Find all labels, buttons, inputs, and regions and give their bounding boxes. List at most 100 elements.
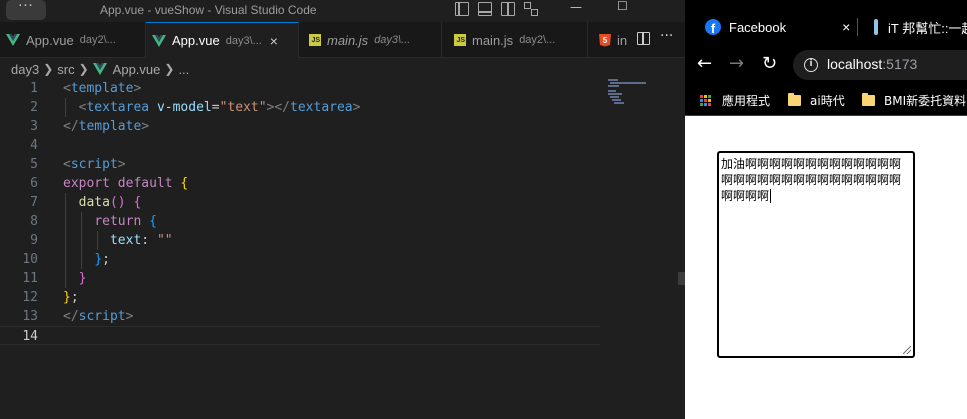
more-actions-icon[interactable]: ··· [660,28,673,44]
tab-main-js-day3[interactable]: JS main.js day3\... [299,22,442,58]
tab-index-html[interactable]: 5 in [588,22,632,58]
back-icon[interactable]: ← [697,53,712,74]
resize-handle-icon[interactable] [903,346,911,354]
code-line[interactable]: 8 return { [0,212,600,231]
code-token: < [63,157,71,172]
code-token: } [94,252,103,267]
vue-icon [92,63,107,75]
code-token: textarea [290,100,353,115]
tab-divider [857,18,858,36]
line-number: 7 [30,195,38,210]
code-token: </ [63,309,79,324]
code-line[interactable]: 2 <textarea v-model="text"></textarea> [0,98,600,117]
text-area[interactable]: 加油啊啊啊啊啊啊啊啊啊啊啊啊啊啊啊啊啊啊啊啊啊啊啊啊啊啊啊啊啊啊啊啊 [717,151,915,358]
code-text: </template> [63,117,149,136]
code-line[interactable]: 3 </template> [0,117,600,136]
code-token: } [63,290,71,305]
tab-label: in [617,32,628,48]
code-line[interactable]: 1 <template> [0,79,600,98]
text-area-value: 加油啊啊啊啊啊啊啊啊啊啊啊啊啊啊啊啊啊啊啊啊啊啊啊啊啊啊啊啊啊啊啊啊 [721,157,902,203]
bookmark-apps[interactable]: 應用程式 [700,92,770,109]
url-host: localhost [827,56,883,72]
tab-main-js-day2[interactable]: JS main.js day2\... [442,22,588,58]
code-token: text [109,233,142,248]
code-line[interactable]: 9 text: "" [0,231,600,250]
folder-icon [788,93,801,106]
bookmark-label: BMI新委托資料 [884,94,967,108]
code-line[interactable]: 5 <script> [0,155,600,174]
chevron-right-icon: ❯ [78,62,89,76]
tab-label: main.js [327,32,369,48]
code-token: data [78,195,110,210]
tab-app-vue-day2[interactable]: App.vue day2\... [0,22,146,58]
line-number: 6 [30,176,38,191]
browser-tab-facebook[interactable]: f Facebook × [685,8,857,46]
facebook-icon: f [705,19,721,35]
breadcrumb-item-symbol[interactable]: ... [178,62,189,77]
vue-icon [6,34,20,46]
breadcrumb-item-app-vue[interactable]: App.vue [113,62,161,77]
minimize-icon[interactable]: — [570,0,582,14]
code-line[interactable]: 10 }; [0,250,600,269]
code-line[interactable]: 11 } [0,269,600,288]
ithome-icon [874,19,878,35]
code-line[interactable]: 14 [0,326,600,345]
tab-app-vue-day3[interactable]: App.vue day3\... × [146,22,299,58]
close-icon[interactable]: × [270,33,278,49]
bookmark-label: 應用程式 [722,94,771,108]
toggle-panel-icon[interactable] [478,2,492,16]
browser-tab-ithome[interactable]: iT 邦幫忙::一起 [874,8,967,46]
breadcrumb-item-day3[interactable]: day3 [11,62,39,77]
minimap[interactable] [607,78,647,108]
code-token: return [94,214,142,229]
code-token: textarea [86,100,150,115]
code-editor[interactable]: 1 <template> 2 <textarea v-model="text"></… [0,79,600,419]
toggle-secondary-sidebar-icon[interactable] [501,2,515,16]
tab-label: App.vue [172,33,220,48]
code-token: script [78,309,126,324]
code-token: v-model [156,100,212,115]
js-file-icon: JS [309,34,321,46]
code-token: export [63,176,110,191]
info-icon[interactable]: i [804,58,818,72]
browser-tab-strip: f Facebook × iT 邦幫忙::一起 [685,0,967,46]
code-token: "" [156,233,173,248]
maximize-icon[interactable]: ☐ [617,0,628,13]
code-text: data() { [63,193,142,212]
tab-description: day3\... [225,34,262,47]
toggle-primary-sidebar-icon[interactable] [455,2,469,16]
layout-controls [455,2,538,16]
line-number: 11 [22,271,38,286]
line-number: 1 [30,81,38,96]
vue-icon [152,34,166,47]
code-token: > [141,119,150,134]
breadcrumb-item-src[interactable]: src [57,62,74,77]
line-number: 2 [30,100,38,115]
code-line[interactable]: 4 [0,136,600,155]
line-number: 9 [30,233,38,248]
close-icon[interactable]: × [842,19,850,35]
menu-icon[interactable]: ··· [6,0,46,20]
line-number: 10 [22,252,38,267]
code-token: } [78,271,87,286]
code-token: = [211,100,220,115]
line-number: 12 [22,290,38,305]
bookmark-folder-ai[interactable]: ai時代 [788,92,845,109]
code-text: }; [63,288,79,307]
tab-description: day3\... [374,34,411,46]
scrollbar-thumb[interactable] [678,272,685,285]
code-line[interactable]: 7 data() { [0,193,600,212]
code-line[interactable]: 13 </script> [0,307,600,326]
forward-icon[interactable]: → [729,53,744,74]
split-editor-icon[interactable] [637,32,650,45]
customize-layout-icon[interactable] [524,2,538,16]
bookmark-folder-bmi[interactable]: BMI新委托資料 [862,92,966,109]
address-bar[interactable]: i localhost:5173 [793,50,967,80]
code-token: default [117,176,173,191]
reload-icon[interactable]: ↻ [762,53,777,74]
code-line[interactable]: 6 export default { [0,174,600,193]
code-line[interactable]: 12}; [0,288,600,307]
